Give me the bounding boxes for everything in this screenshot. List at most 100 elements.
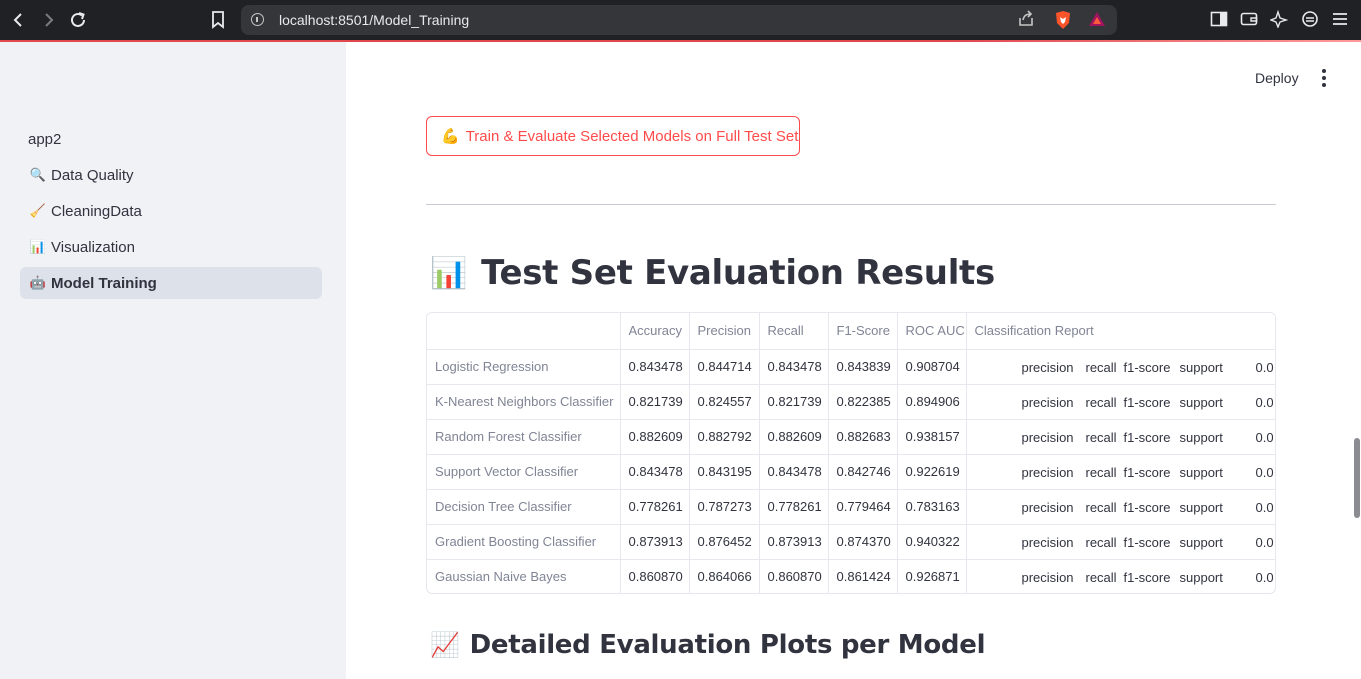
sidebar-item-model-training[interactable]: 🤖 Model Training	[20, 267, 322, 299]
table-row[interactable]: Gaussian Naive Bayes 0.860870 0.864066 0.86…	[427, 559, 1275, 593]
cell-classification-report[interactable]: precision recall f1-score support 0.0	[966, 419, 1275, 455]
column-header[interactable]: Classification Report	[966, 313, 1275, 350]
cell-precision[interactable]: 0.882792	[689, 419, 760, 455]
row-model-name[interactable]: Logistic Regression	[427, 349, 621, 385]
cell-precision[interactable]: 0.824557	[689, 384, 760, 420]
cell-roc-auc[interactable]: 0.940322	[897, 524, 967, 560]
cell-roc-auc[interactable]: 0.783163	[897, 489, 967, 525]
cell-recall[interactable]: 0.873913	[759, 524, 829, 560]
sidebar-app-title[interactable]: app2	[28, 131, 61, 148]
vpn-icon[interactable]	[1301, 10, 1321, 30]
sidebar-item-label: Visualization	[51, 238, 135, 256]
cell-precision[interactable]: 0.843195	[689, 454, 760, 490]
train-evaluate-button[interactable]: 💪 Train & Evaluate Selected Models on Fu…	[426, 116, 800, 156]
cell-accuracy[interactable]: 0.843478	[620, 349, 690, 385]
table-row[interactable]: Decision Tree Classifier 0.778261 0.787273…	[427, 489, 1275, 525]
cell-accuracy[interactable]: 0.873913	[620, 524, 690, 560]
cell-classification-report[interactable]: precision recall f1-score support 0.0	[966, 384, 1275, 420]
table-header-row: Accuracy Precision Recall F1-Score ROC A…	[427, 313, 1275, 350]
table-row[interactable]: Gradient Boosting Classifier 0.873913 0.87…	[427, 524, 1275, 560]
cell-roc-auc[interactable]: 0.908704	[897, 349, 967, 385]
table-row[interactable]: Support Vector Classifier 0.843478 0.84319…	[427, 454, 1275, 490]
cell-precision[interactable]: 0.876452	[689, 524, 760, 560]
cell-recall[interactable]: 0.843478	[759, 349, 829, 385]
table-row[interactable]: Random Forest Classifier 0.882609 0.882792…	[427, 419, 1275, 455]
menu-icon[interactable]	[1331, 10, 1351, 30]
cell-roc-auc[interactable]: 0.938157	[897, 419, 967, 455]
cell-f1[interactable]: 0.842746	[828, 454, 898, 490]
share-icon[interactable]	[1017, 10, 1037, 30]
cell-f1[interactable]: 0.843839	[828, 349, 898, 385]
column-header[interactable]: Precision	[689, 313, 760, 350]
cell-recall[interactable]: 0.882609	[759, 419, 829, 455]
rewards-icon[interactable]	[1088, 10, 1108, 30]
row-model-name[interactable]: Gradient Boosting Classifier	[427, 524, 621, 560]
report-text: f1-score	[1123, 569, 1171, 585]
sidebar-item-label: CleaningData	[51, 202, 142, 220]
report-text: recall	[1085, 464, 1117, 480]
row-model-name[interactable]: Gaussian Naive Bayes	[427, 559, 621, 593]
main-menu-icon[interactable]	[1313, 66, 1335, 90]
cell-classification-report[interactable]: precision recall f1-score support 0.0	[966, 489, 1275, 525]
cell-classification-report[interactable]: precision recall f1-score support 0.0	[966, 454, 1275, 490]
cell-classification-report[interactable]: precision recall f1-score support 0.0	[966, 524, 1275, 560]
cell-f1[interactable]: 0.779464	[828, 489, 898, 525]
brave-shield-icon[interactable]	[1054, 10, 1074, 30]
deploy-button[interactable]: Deploy	[1243, 66, 1311, 90]
column-header[interactable]: ROC AUC	[897, 313, 967, 350]
table-row[interactable]: Logistic Regression 0.843478 0.844714 0.843…	[427, 349, 1275, 385]
bookmark-icon[interactable]	[207, 9, 229, 31]
column-header[interactable]: F1-Score	[828, 313, 898, 350]
cell-accuracy[interactable]: 0.882609	[620, 419, 690, 455]
report-text: 0.0	[1255, 569, 1274, 585]
column-header[interactable]: Accuracy	[620, 313, 690, 350]
cell-roc-auc[interactable]: 0.926871	[897, 559, 967, 593]
sidebar-item-visualization[interactable]: 📊 Visualization	[20, 231, 322, 263]
line-chart-icon: 📈	[430, 631, 460, 659]
cell-accuracy[interactable]: 0.821739	[620, 384, 690, 420]
results-table[interactable]: Accuracy Precision Recall F1-Score ROC A…	[426, 312, 1276, 594]
cell-precision[interactable]: 0.787273	[689, 489, 760, 525]
report-text: 0.0	[1255, 429, 1274, 445]
sidebar-toggle-icon[interactable]	[1210, 10, 1230, 30]
cell-accuracy[interactable]: 0.843478	[620, 454, 690, 490]
cell-roc-auc[interactable]: 0.922619	[897, 454, 967, 490]
cell-classification-report[interactable]: precision recall f1-score support 0.0	[966, 559, 1275, 593]
row-model-name[interactable]: K-Nearest Neighbors Classifier	[427, 384, 621, 420]
page-scrollbar[interactable]	[1354, 438, 1360, 518]
row-model-name[interactable]: Decision Tree Classifier	[427, 489, 621, 525]
cell-recall[interactable]: 0.778261	[759, 489, 829, 525]
url-text[interactable]: localhost:8501/Model_Training	[279, 12, 469, 28]
cell-recall[interactable]: 0.860870	[759, 559, 829, 593]
column-header[interactable]	[427, 313, 621, 350]
cell-f1[interactable]: 0.861424	[828, 559, 898, 593]
report-text: precision	[1021, 569, 1074, 585]
back-icon[interactable]	[8, 9, 30, 31]
report-text: precision	[1021, 499, 1074, 515]
report-text: 0.0	[1255, 359, 1274, 375]
report-text: support	[1179, 394, 1223, 410]
site-info-icon[interactable]	[251, 13, 264, 26]
row-model-name[interactable]: Support Vector Classifier	[427, 454, 621, 490]
wallet-icon[interactable]	[1240, 10, 1260, 30]
address-bar[interactable]: localhost:8501/Model_Training	[241, 5, 1117, 35]
cell-precision[interactable]: 0.864066	[689, 559, 760, 593]
sidebar-item-data-quality[interactable]: 🔍 Data Quality	[20, 159, 322, 191]
cell-f1[interactable]: 0.822385	[828, 384, 898, 420]
cell-f1[interactable]: 0.882683	[828, 419, 898, 455]
column-header[interactable]: Recall	[759, 313, 829, 350]
leo-ai-icon[interactable]	[1269, 9, 1290, 30]
cell-accuracy[interactable]: 0.860870	[620, 559, 690, 593]
cell-accuracy[interactable]: 0.778261	[620, 489, 690, 525]
reload-icon[interactable]	[67, 9, 89, 31]
sidebar-item-cleaning-data[interactable]: 🧹 CleaningData	[20, 195, 322, 227]
table-row[interactable]: K-Nearest Neighbors Classifier 0.821739 0.…	[427, 384, 1275, 420]
cell-recall[interactable]: 0.843478	[759, 454, 829, 490]
cell-roc-auc[interactable]: 0.894906	[897, 384, 967, 420]
cell-classification-report[interactable]: precision recall f1-score support 0.0	[966, 349, 1275, 385]
cell-f1[interactable]: 0.874370	[828, 524, 898, 560]
cell-precision[interactable]: 0.844714	[689, 349, 760, 385]
row-model-name[interactable]: Random Forest Classifier	[427, 419, 621, 455]
forward-icon[interactable]	[37, 9, 59, 31]
cell-recall[interactable]: 0.821739	[759, 384, 829, 420]
